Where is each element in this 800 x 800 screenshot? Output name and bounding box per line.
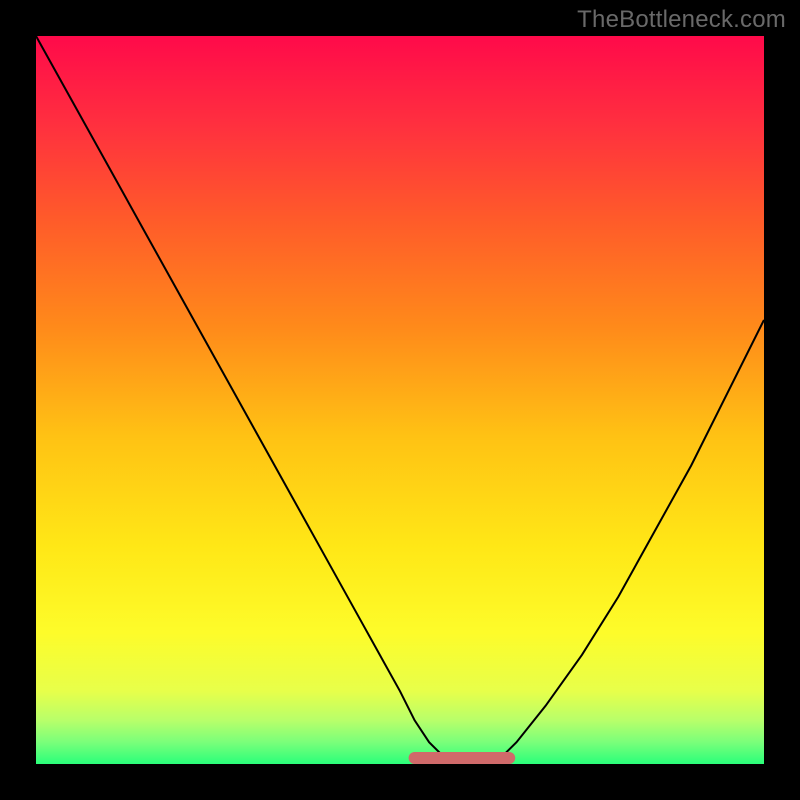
watermark-text: TheBottleneck.com	[577, 6, 786, 34]
chart-frame: TheBottleneck.com	[0, 0, 800, 800]
plot-gradient-background	[36, 36, 764, 764]
bottleneck-curve-chart	[0, 0, 800, 800]
